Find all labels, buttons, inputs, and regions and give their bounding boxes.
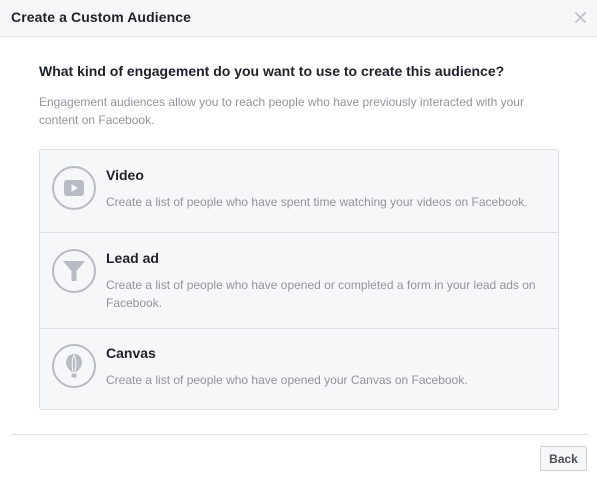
option-canvas[interactable]: Canvas Create a list of people who have … bbox=[40, 328, 558, 409]
option-video-description: Create a list of people who have spent t… bbox=[106, 195, 528, 209]
close-button[interactable] bbox=[571, 8, 589, 26]
option-video[interactable]: Video Create a list of people who have s… bbox=[40, 150, 558, 232]
close-icon[interactable] bbox=[574, 11, 586, 23]
option-canvas-title: Canvas bbox=[106, 345, 156, 361]
engagement-description: Engagement audiences allow you to reach … bbox=[39, 95, 524, 127]
option-lead-ad-description: Create a list of people who have opened … bbox=[106, 278, 536, 310]
option-video-title: Video bbox=[106, 167, 144, 183]
engagement-question: What kind of engagement do you want to u… bbox=[39, 63, 505, 79]
option-lead-ad-title: Lead ad bbox=[106, 250, 159, 266]
canvas-balloon-icon bbox=[52, 344, 96, 388]
funnel-icon bbox=[52, 249, 96, 293]
custom-audience-dialog: Create a Custom Audience What kind of en… bbox=[0, 0, 597, 478]
option-canvas-description: Create a list of people who have opened … bbox=[106, 373, 468, 387]
engagement-options-list: Video Create a list of people who have s… bbox=[39, 149, 559, 410]
play-video-icon bbox=[52, 166, 96, 210]
option-lead-ad[interactable]: Lead ad Create a list of people who have… bbox=[40, 232, 558, 328]
back-button[interactable]: Back bbox=[540, 446, 587, 471]
dialog-header: Create a Custom Audience bbox=[0, 0, 597, 37]
dialog-title: Create a Custom Audience bbox=[11, 9, 192, 25]
footer-divider bbox=[11, 434, 587, 435]
